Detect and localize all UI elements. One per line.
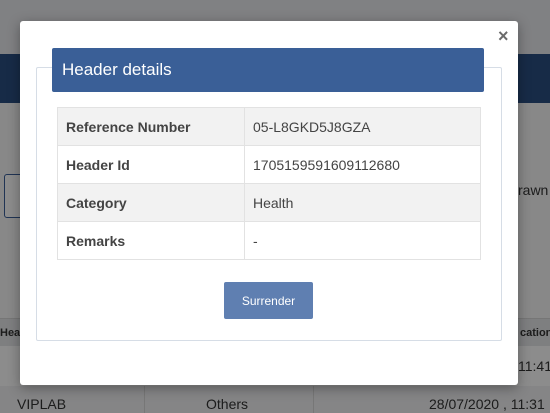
details-label: Remarks	[57, 221, 245, 260]
details-row: Category Health	[57, 183, 481, 222]
details-value: 1705159591609112680	[244, 145, 481, 184]
modal-title: Header details	[52, 48, 484, 92]
details-label: Reference Number	[57, 107, 245, 146]
details-row: Remarks -	[57, 221, 481, 260]
details-value: 05-L8GKD5J8GZA	[244, 107, 481, 146]
surrender-button[interactable]: Surrender	[224, 282, 313, 319]
details-row: Header Id 1705159591609112680	[57, 145, 481, 184]
details-label: Header Id	[57, 145, 245, 184]
close-icon[interactable]: ×	[498, 25, 509, 47]
details-label: Category	[57, 183, 245, 222]
details-table: Reference Number 05-L8GKD5J8GZA Header Id 1…	[57, 107, 481, 260]
details-value: -	[244, 221, 481, 260]
details-value: Health	[244, 183, 481, 222]
details-row: Reference Number 05-L8GKD5J8GZA	[57, 107, 481, 146]
header-details-modal: × Header details Reference Number 05-L8GK…	[20, 21, 518, 385]
